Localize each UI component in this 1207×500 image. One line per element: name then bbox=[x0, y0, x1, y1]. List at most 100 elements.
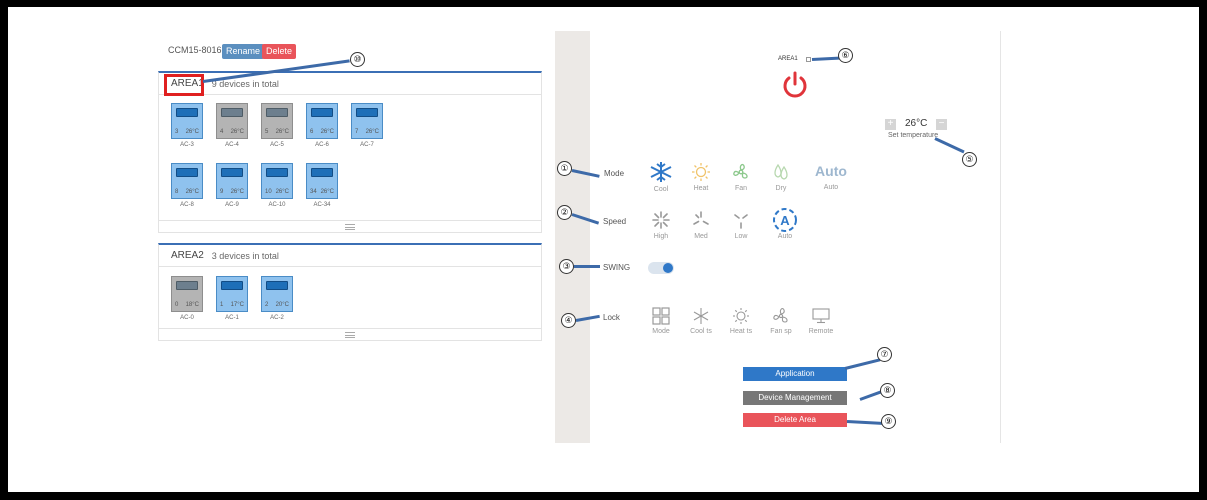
callout-3: ③ bbox=[559, 259, 574, 274]
fan-icon bbox=[773, 308, 788, 323]
mode-dry-option[interactable]: Dry bbox=[761, 162, 801, 192]
auto-text-icon: Auto bbox=[815, 163, 847, 179]
device-label: AC-8 bbox=[180, 202, 194, 208]
ac-unit-icon bbox=[221, 108, 243, 117]
lock-cool-option[interactable]: Cool ts bbox=[681, 307, 721, 335]
mode-cool-label: Cool bbox=[653, 186, 669, 193]
area1-highlight bbox=[164, 74, 204, 96]
snowflake-icon bbox=[693, 308, 709, 324]
delete-button[interactable]: Delete bbox=[262, 44, 297, 59]
device-number: 10 bbox=[265, 189, 272, 195]
area1-header: AREA1 9 devices in total bbox=[159, 73, 541, 95]
device-card[interactable]: 1 17°C bbox=[216, 276, 248, 312]
lock-label: Lock bbox=[603, 313, 620, 322]
mode-heat-label: Heat bbox=[693, 185, 709, 192]
device-card[interactable]: 3 26°C bbox=[171, 103, 203, 139]
control-divider bbox=[1000, 31, 1001, 443]
callout-8: ⑧ bbox=[880, 383, 895, 398]
mode-cool-option[interactable]: Cool bbox=[641, 161, 681, 193]
power-icon[interactable] bbox=[780, 70, 810, 100]
device-label: AC-10 bbox=[268, 202, 286, 208]
fan-speed-high-icon bbox=[652, 211, 670, 229]
device-label: AC-3 bbox=[180, 142, 194, 148]
device-card[interactable]: 10 26°C bbox=[261, 163, 293, 199]
lock-fan-option[interactable]: Fan sp bbox=[761, 307, 801, 335]
area-edit-icon[interactable] bbox=[806, 57, 811, 62]
speed-auto-option[interactable]: A Auto bbox=[765, 207, 805, 240]
area1-panel: AREA1 9 devices in total 3 26°C AC-3 4 26°C A… bbox=[158, 71, 542, 233]
area1-expand[interactable] bbox=[159, 220, 541, 232]
speed-med-label: Med bbox=[694, 233, 708, 240]
sun-icon bbox=[733, 308, 749, 324]
mode-fan-option[interactable]: Fan bbox=[721, 162, 761, 192]
area2-count: 3 devices in total bbox=[211, 250, 279, 261]
device-label: AC-0 bbox=[180, 315, 194, 321]
device-number: 2 bbox=[265, 302, 269, 308]
speed-auto-label: Auto bbox=[777, 233, 793, 240]
device-label: AC-1 bbox=[225, 315, 239, 321]
callout-1: ① bbox=[557, 161, 572, 176]
snowflake-icon bbox=[650, 162, 672, 182]
device-card[interactable]: 4 26°C bbox=[216, 103, 248, 139]
device-number: 34 bbox=[310, 189, 317, 195]
ac-unit-icon bbox=[356, 108, 378, 117]
ac-unit-icon bbox=[176, 168, 198, 177]
device-id: CCM15-8016 bbox=[168, 45, 222, 55]
mode-auto-option[interactable]: Auto Auto bbox=[811, 162, 851, 191]
swing-toggle-knob bbox=[663, 263, 673, 273]
device-card[interactable]: 0 18°C bbox=[171, 276, 203, 312]
device-temperature: 26°C bbox=[275, 189, 289, 195]
speed-med-option[interactable]: Med bbox=[681, 210, 721, 240]
lock-mode-label: Mode bbox=[652, 328, 670, 335]
lock-fan-label: Fan sp bbox=[770, 328, 792, 335]
device-temperature: 18°C bbox=[185, 302, 199, 308]
speed-low-label: Low bbox=[734, 233, 748, 240]
fan-speed-med-icon bbox=[693, 211, 709, 225]
ac-unit-icon bbox=[266, 108, 288, 117]
swing-toggle[interactable] bbox=[648, 262, 674, 274]
device-card[interactable]: 34 26°C bbox=[306, 163, 338, 199]
svg-text:A: A bbox=[780, 213, 790, 228]
ac-unit-icon bbox=[311, 108, 333, 117]
area2-expand[interactable] bbox=[159, 328, 541, 340]
temperature-value: 26°C bbox=[905, 118, 928, 129]
area2-name[interactable]: AREA2 bbox=[171, 250, 204, 261]
area2-header: AREA2 3 devices in total bbox=[159, 245, 541, 267]
lock-mode-option[interactable]: Mode bbox=[641, 307, 681, 335]
temp-up-button[interactable]: + bbox=[885, 119, 896, 130]
temp-down-button[interactable]: − bbox=[936, 119, 947, 130]
device-card[interactable]: 9 26°C bbox=[216, 163, 248, 199]
sun-icon bbox=[692, 163, 710, 181]
grid-icon bbox=[652, 307, 670, 325]
lock-heat-option[interactable]: Heat ts bbox=[721, 307, 761, 335]
speed-high-option[interactable]: High bbox=[641, 210, 681, 240]
callout-10: ⑩ bbox=[350, 52, 365, 67]
device-label: AC-2 bbox=[270, 315, 284, 321]
lock-heat-label: Heat ts bbox=[729, 328, 753, 335]
device-temperature: 17°C bbox=[230, 302, 244, 308]
delete-area-button[interactable]: Delete Area bbox=[743, 413, 847, 427]
menu-icon bbox=[345, 223, 355, 230]
device-card[interactable]: 8 26°C bbox=[171, 163, 203, 199]
device-label: AC-4 bbox=[225, 142, 239, 148]
device-temperature: 26°C bbox=[185, 129, 199, 135]
speed-low-option[interactable]: Low bbox=[721, 210, 761, 240]
auto-speed-icon: A bbox=[773, 208, 797, 232]
device-card[interactable]: 5 26°C bbox=[261, 103, 293, 139]
mode-heat-option[interactable]: Heat bbox=[681, 162, 721, 192]
rename-button[interactable]: Rename bbox=[222, 44, 265, 59]
fan-icon bbox=[733, 163, 748, 179]
device-card[interactable]: 6 26°C bbox=[306, 103, 338, 139]
device-card[interactable]: 2 20°C bbox=[261, 276, 293, 312]
device-temperature: 26°C bbox=[365, 129, 379, 135]
application-button[interactable]: Application bbox=[743, 367, 847, 381]
lock-remote-option[interactable]: Remote bbox=[801, 307, 841, 335]
mode-dry-label: Dry bbox=[775, 185, 787, 192]
ac-unit-icon bbox=[176, 108, 198, 117]
device-temperature: 20°C bbox=[275, 302, 289, 308]
device-card[interactable]: 7 26°C bbox=[351, 103, 383, 139]
device-temperature: 26°C bbox=[275, 129, 289, 135]
device-number: 0 bbox=[175, 302, 179, 308]
speed-high-label: High bbox=[653, 233, 669, 240]
device-management-button[interactable]: Device Management bbox=[743, 391, 847, 405]
